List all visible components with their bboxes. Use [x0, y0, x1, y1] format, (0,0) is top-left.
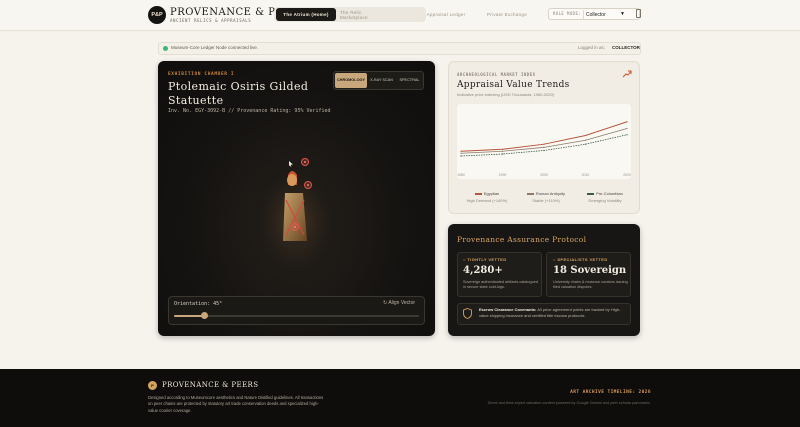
data-point — [460, 152, 462, 154]
legend-roman: Roman Antiquity Stable (+110%) — [518, 191, 574, 203]
logged-in-role: COLLECTOR — [612, 45, 640, 50]
data-point — [584, 143, 587, 145]
orientation-slider-fill — [174, 315, 205, 317]
x-tick-label: 2000 — [540, 173, 548, 177]
user-check-icon: ○ — [553, 257, 556, 262]
footer-description: Designed according to Museumcore aesthet… — [148, 395, 324, 413]
footer-timeline: ART ARCHIVE TIMELINE: 2026 — [570, 390, 651, 395]
stat2-value: 18 Sovereign — [553, 265, 627, 276]
stat1-label: ○ TIGHTLY VETTED — [463, 257, 507, 262]
stat2-label-text: SPECIALISTS VETTED — [557, 257, 608, 262]
legend-egyptian-note: High Demand (+140%) — [466, 198, 508, 203]
footer-credits: Direct and third-expert valuation contex… — [487, 401, 651, 405]
align-vector-button[interactable]: ↻ Align Vector — [383, 300, 415, 306]
data-point — [626, 121, 628, 123]
role-mode-select[interactable]: Collector ▼ — [583, 10, 635, 19]
artifact-title: Ptolemaic Osiris Gilded — [168, 80, 309, 93]
chevron-down-icon: ▼ — [620, 11, 625, 17]
nav-tab-exchange[interactable]: Private Exchange — [478, 8, 536, 21]
stat1-value: 4,280+ — [463, 265, 503, 276]
footer-logo: P — [148, 381, 157, 390]
data-point — [626, 127, 628, 130]
x-tick-label: 1990 — [499, 173, 507, 177]
brand-subtitle: ANCIENT RELICS & APPRAISALS — [170, 18, 252, 23]
hotspot-head[interactable] — [301, 158, 309, 166]
data-point — [543, 146, 545, 148]
data-point — [584, 139, 587, 141]
mode-spectral-button[interactable]: SPECTRAL — [396, 73, 423, 88]
trends-label: ARCHAEOLOGICAL MARKET INDEX — [457, 72, 536, 77]
mode-xray-button[interactable]: X-RAY SCAN — [368, 73, 395, 88]
legend-roman-note: Stable (+110%) — [532, 198, 560, 203]
data-point — [543, 149, 545, 152]
assurance-title: Provenance Assurance Protocol — [457, 235, 587, 244]
x-tick-label: 1980 — [457, 173, 465, 177]
nav-tab-ledger[interactable]: Appraisal Ledger — [420, 8, 472, 21]
stat2-desc: University chairs & museum curators issu… — [553, 280, 628, 290]
legend-precolumbian-note: Emerging Volatility — [588, 198, 622, 203]
data-point — [501, 150, 504, 152]
inventory-number: Inv. No. EGY-3092-B // Provenance Rating… — [168, 108, 331, 114]
artifact-title-line2: Statuette — [168, 94, 224, 107]
data-point — [626, 134, 628, 136]
chamber-label: EXHIBITION CHAMBER I — [168, 72, 235, 77]
nav-tab-atrium[interactable]: The Atrium (Home) — [276, 8, 336, 21]
align-vector-label: Align Vector — [388, 300, 416, 306]
trend-up-icon — [622, 70, 632, 78]
hotspot-chest[interactable] — [304, 181, 312, 189]
role-mode-label: ROLE MODE: — [553, 11, 582, 16]
trends-subtitle: Indicative price indexing (USD Thousands… — [457, 92, 555, 97]
chart-plot-area — [457, 104, 631, 179]
legend-precolumbian: Pre-Columbian Emerging Volatility — [577, 191, 633, 203]
nav-tab-marketplace[interactable]: The Relic Marketplace — [340, 8, 386, 21]
data-point — [460, 150, 462, 152]
legend-precolumbian-name: Pre-Columbian — [596, 191, 623, 196]
orientation-label: Orientation: 45° — [174, 301, 223, 307]
trends-line-chart: 1980 1990 2000 2010 2020 — [457, 104, 631, 179]
x-tick-label: 2020 — [623, 173, 631, 177]
data-point — [460, 155, 462, 157]
data-point — [543, 143, 545, 145]
stat2-label: ○ SPECIALISTS VETTED — [553, 257, 608, 262]
hotspot-base[interactable] — [291, 223, 299, 231]
legend-egyptian: Egyptian High Demand (+140%) — [459, 191, 515, 203]
status-message: Museum-Core Ledger Node connected live. — [171, 45, 259, 50]
stat1-label-text: TIGHTLY VETTED — [467, 257, 507, 262]
site-footer — [0, 369, 800, 427]
top-header: P&P PROVENANCE & PEERS ANCIENT RELICS & … — [0, 0, 800, 31]
role-mode-value: Collector — [586, 11, 606, 18]
x-tick-label: 2010 — [582, 173, 590, 177]
legend-egyptian-name: Egyptian — [483, 191, 500, 196]
check-circle-icon: ○ — [463, 257, 466, 262]
status-dot — [163, 46, 168, 51]
legend-roman-name: Roman Antiquity — [535, 191, 566, 196]
data-point — [501, 153, 504, 155]
logged-in-label: Logged in as: — [578, 45, 606, 50]
escrow-title: Escrow Clearance Covenants: — [479, 307, 537, 312]
data-point — [584, 134, 587, 137]
escrow-text: Escrow Clearance Covenants: All price ag… — [479, 307, 627, 319]
rotate-icon: ↻ — [383, 300, 388, 306]
shield-icon — [463, 308, 472, 319]
orientation-slider-track[interactable] — [174, 315, 419, 317]
brand-logo[interactable]: P&P — [148, 6, 166, 24]
footer-brand: PROVENANCE & PEERS — [162, 381, 259, 389]
mode-chromology-button[interactable]: CHROMOLOGY — [335, 73, 367, 88]
trends-title: Appraisal Value Trends — [457, 80, 570, 90]
stat1-desc: Sovereign authenticated artifacts catalo… — [463, 280, 538, 290]
data-point — [501, 148, 504, 150]
artifact-statuette-image[interactable] — [250, 145, 340, 280]
device-icon[interactable] — [636, 9, 641, 18]
